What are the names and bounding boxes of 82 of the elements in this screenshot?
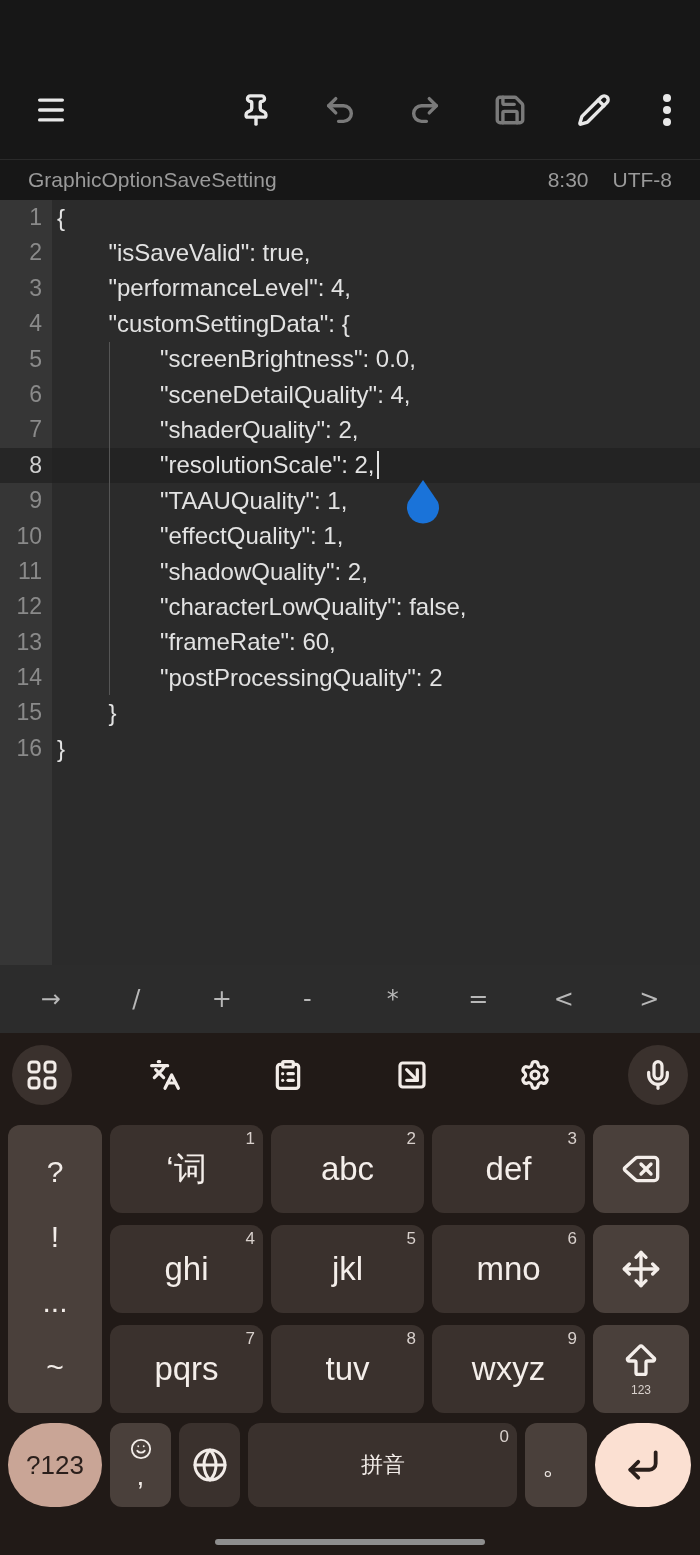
symbol-key[interactable]: + <box>191 984 252 1014</box>
move-arrows-icon <box>621 1249 661 1289</box>
line-number: 10 <box>15 521 43 551</box>
code-text: "isSaveValid": true, <box>108 239 311 268</box>
code-text: } <box>57 734 65 763</box>
globe-icon <box>191 1447 228 1483</box>
language-key[interactable] <box>179 1423 240 1507</box>
line-number: 15 <box>15 698 43 728</box>
key-digit: 3 <box>567 1129 577 1149</box>
cursor-position: 8:30 <box>547 168 589 192</box>
settings-icon <box>518 1059 551 1091</box>
code-text: "postProcessingQuality": 2 <box>160 663 443 692</box>
code-text: "resolutionScale": 2, <box>160 451 375 480</box>
line-number: 7 <box>28 415 43 445</box>
line-number: 8 <box>0 447 52 484</box>
key-digit: 0 <box>499 1427 509 1447</box>
smiley-icon <box>129 1438 152 1460</box>
code-text: } <box>108 699 117 728</box>
text-cursor <box>376 451 379 480</box>
line-number: 9 <box>28 486 43 516</box>
key-digit: 5 <box>406 1229 416 1249</box>
letter-key[interactable]: ‘词 1 <box>110 1125 263 1213</box>
symbol-key[interactable]: < <box>533 984 594 1014</box>
emoji-key[interactable]: , <box>110 1423 171 1507</box>
letter-key[interactable]: mno 6 <box>432 1225 585 1313</box>
key-digit: 9 <box>567 1329 577 1349</box>
letter-key[interactable]: abc 2 <box>271 1125 424 1213</box>
more-icon <box>661 93 672 126</box>
navigation-handle[interactable] <box>215 1539 485 1545</box>
key-digit: 7 <box>245 1329 255 1349</box>
shift-key[interactable]: 123 <box>593 1325 689 1413</box>
line-number: 11 <box>17 556 43 586</box>
punctuation-key[interactable]: ? ! ... ~ <box>8 1125 102 1413</box>
code-text: "performanceLevel": 4, <box>108 274 351 303</box>
symbol-key[interactable]: * <box>362 984 423 1014</box>
symbol-key[interactable]: - <box>277 984 338 1014</box>
key-digit: 8 <box>406 1329 416 1349</box>
backspace-key[interactable] <box>593 1125 689 1213</box>
line-number: 3 <box>28 273 43 303</box>
code-text: "effectQuality": 1, <box>160 522 344 551</box>
line-number: 12 <box>15 592 43 622</box>
letter-key[interactable]: def 3 <box>432 1125 585 1213</box>
key-digit: 4 <box>245 1229 255 1249</box>
line-number: 5 <box>28 344 43 374</box>
symbol-key[interactable]: → <box>20 984 81 1014</box>
code-text: "sceneDetailQuality": 4, <box>160 380 411 409</box>
code-text: "screenBrightness": 0.0, <box>160 345 416 374</box>
key-digit: 2 <box>406 1129 416 1149</box>
letter-key[interactable]: jkl 5 <box>271 1225 424 1313</box>
key-digit: 6 <box>567 1229 577 1249</box>
encoding: UTF-8 <box>612 168 672 192</box>
space-key[interactable]: 拼音 0 <box>248 1423 517 1507</box>
code-text: "shadowQuality": 2, <box>160 557 368 586</box>
code-text: "TAAUQuality": 1, <box>160 486 348 515</box>
code-text: "customSettingData": { <box>108 309 350 338</box>
letter-key[interactable]: ghi 4 <box>110 1225 263 1313</box>
letter-key[interactable]: pqrs 7 <box>110 1325 263 1413</box>
code-text: "frameRate": 60, <box>160 628 336 657</box>
symbol-key[interactable]: > <box>619 984 680 1014</box>
symbols-key[interactable]: ?123 <box>8 1423 102 1507</box>
line-number: 4 <box>28 309 43 339</box>
period-key[interactable]: 。 <box>525 1423 587 1507</box>
cursor-key[interactable] <box>593 1225 689 1313</box>
line-number: 1 <box>28 203 43 232</box>
translate-icon <box>149 1059 182 1091</box>
key-hint: 123 <box>631 1383 651 1397</box>
file-name: GraphicOptionSaveSetting <box>28 168 277 192</box>
line-number: 14 <box>15 663 43 693</box>
symbol-key[interactable]: = <box>448 984 509 1014</box>
letter-key[interactable]: tuv 8 <box>271 1325 424 1413</box>
key-digit: 1 <box>245 1129 255 1149</box>
line-number: 2 <box>28 238 43 268</box>
code-text: "shaderQuality": 2, <box>160 416 359 445</box>
line-number: 13 <box>15 627 43 657</box>
line-number: 16 <box>15 733 43 763</box>
code-text: "characterLowQuality": false, <box>160 593 467 621</box>
line-number: 6 <box>28 379 43 409</box>
grid-icon <box>27 1060 57 1090</box>
pencil-icon <box>577 92 612 127</box>
symbol-key[interactable]: / <box>106 984 167 1014</box>
letter-key[interactable]: wxyz 9 <box>432 1325 585 1413</box>
code-text: { <box>57 203 65 232</box>
